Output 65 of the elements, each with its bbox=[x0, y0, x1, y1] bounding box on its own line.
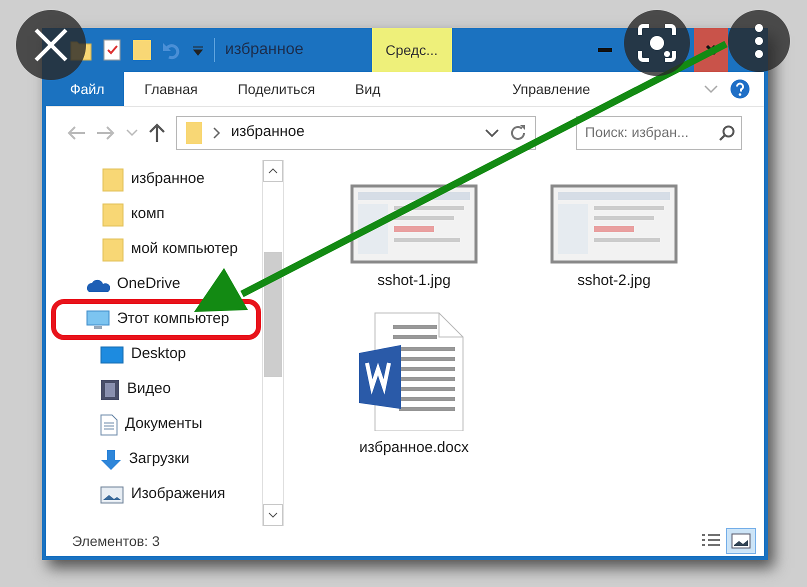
nav-label: комп bbox=[131, 204, 165, 224]
folder-icon[interactable] bbox=[132, 39, 152, 61]
up-arrow-icon[interactable] bbox=[148, 122, 166, 142]
chevron-down-icon bbox=[268, 512, 278, 518]
nav-item[interactable]: Изображения bbox=[46, 477, 262, 512]
nav-item[interactable]: мой компьютер bbox=[46, 232, 262, 267]
nav-label: Загрузки bbox=[129, 449, 190, 470]
document-icon bbox=[100, 414, 118, 436]
ribbon-tab[interactable]: Вид bbox=[335, 72, 400, 106]
folder-icon bbox=[102, 238, 124, 262]
nav-label: Изображения bbox=[131, 484, 226, 504]
nav-label: Этот компьютер bbox=[117, 309, 230, 330]
ribbon-tab[interactable]: Управление bbox=[490, 72, 612, 106]
help-icon[interactable] bbox=[730, 79, 750, 99]
file-item[interactable]: sshot-1.jpg bbox=[314, 168, 514, 292]
picture-icon bbox=[731, 533, 751, 549]
nav-label: Desktop bbox=[131, 344, 186, 364]
nav-item[interactable]: Этот компьютер bbox=[54, 302, 258, 337]
monitor-icon bbox=[86, 310, 110, 330]
scroll-up-button[interactable] bbox=[263, 160, 283, 182]
file-item[interactable]: избранное.docx bbox=[314, 306, 514, 459]
close-icon bbox=[705, 44, 717, 56]
file-name: избранное.docx bbox=[359, 438, 469, 458]
minimize-icon bbox=[598, 48, 612, 52]
file-name: sshot-2.jpg bbox=[577, 271, 651, 291]
nav-item[interactable]: Desktop bbox=[46, 337, 262, 372]
ribbon-tab[interactable]: Главная bbox=[124, 72, 218, 106]
dropdown-icon[interactable] bbox=[192, 44, 204, 56]
address-field[interactable]: избранное bbox=[176, 116, 536, 150]
nav-item[interactable]: Загрузки bbox=[46, 442, 262, 477]
item-count: Элементов: 3 bbox=[72, 532, 160, 550]
monitor-icon bbox=[100, 346, 124, 364]
search-field[interactable]: Поиск: избран... bbox=[576, 116, 742, 150]
scrollbar-thumb[interactable] bbox=[264, 252, 282, 377]
chevron-right-icon bbox=[213, 126, 221, 138]
folder-icon bbox=[185, 120, 203, 144]
refresh-icon[interactable] bbox=[509, 124, 527, 142]
nav-label: избранное bbox=[131, 169, 205, 190]
file-name: sshot-1.jpg bbox=[377, 271, 451, 291]
nav-label: мой компьютер bbox=[131, 239, 238, 260]
view-button[interactable] bbox=[726, 528, 756, 554]
folder-icon bbox=[102, 202, 124, 226]
nav-item[interactable]: OneDrive bbox=[46, 267, 262, 302]
nav-item[interactable]: Видео bbox=[46, 372, 262, 407]
nav-label: OneDrive bbox=[117, 274, 180, 294]
address-path: избранное bbox=[231, 122, 306, 142]
nav-label: Документы bbox=[125, 414, 202, 434]
search-icon bbox=[719, 124, 735, 140]
film-icon bbox=[100, 378, 120, 400]
close-icon bbox=[33, 27, 69, 63]
scroll-down-button[interactable] bbox=[263, 504, 283, 526]
folder-icon bbox=[102, 168, 124, 192]
chevron-up-icon bbox=[268, 168, 278, 174]
down-arrow-icon bbox=[100, 448, 122, 470]
checklist-icon[interactable] bbox=[102, 39, 122, 61]
nav-item[interactable]: комп bbox=[46, 197, 262, 232]
picture-icon bbox=[100, 486, 124, 504]
nav-item[interactable]: Документы bbox=[46, 407, 262, 442]
window-title: избранное bbox=[225, 40, 304, 60]
nav-label: Видео bbox=[127, 379, 171, 400]
ribbon-tab[interactable]: Поделиться bbox=[218, 72, 336, 106]
chevron-down-icon[interactable] bbox=[485, 128, 499, 138]
context-tab-header: Средс... bbox=[372, 28, 452, 72]
nav-item[interactable]: избранное bbox=[46, 162, 262, 197]
file-item[interactable]: sshot-2.jpg bbox=[514, 168, 714, 292]
